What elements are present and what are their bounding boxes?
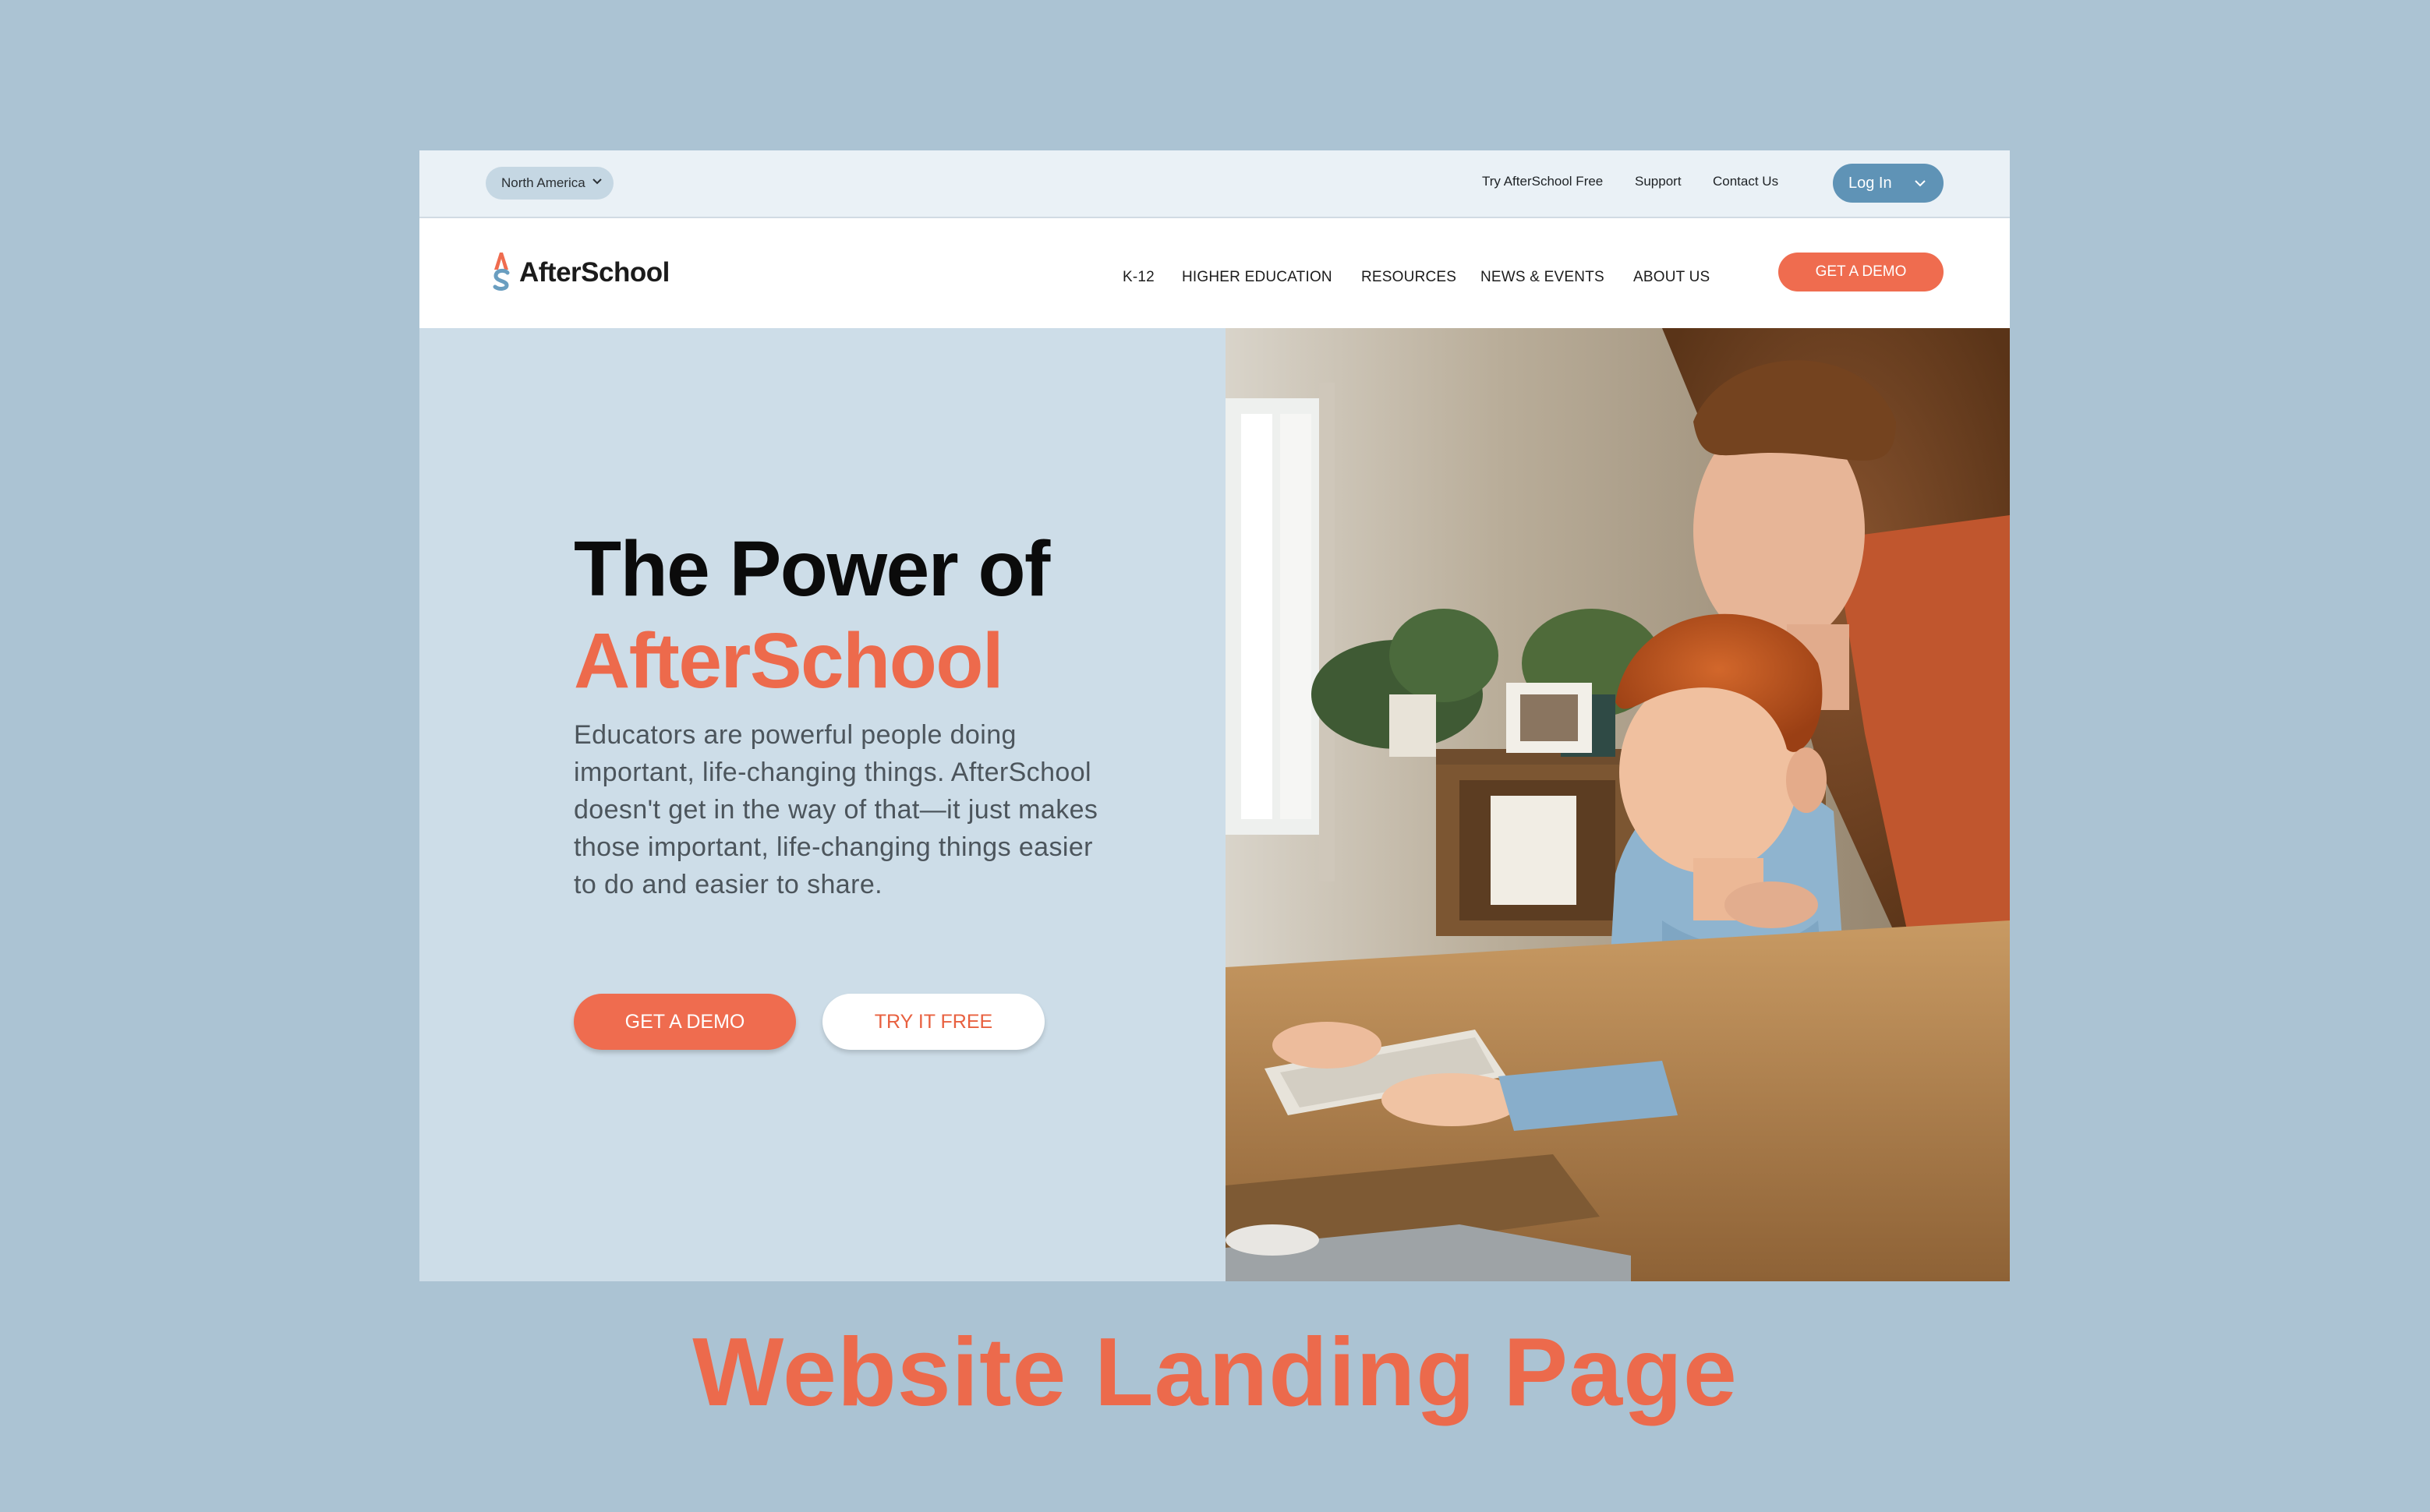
nav-item-higher-education[interactable]: HIGHER EDUCATION <box>1182 269 1332 286</box>
contact-us-link[interactable]: Contact Us <box>1713 174 1778 189</box>
page-caption: Website Landing Page <box>692 1319 1738 1426</box>
utility-bar: North America Try AfterSchool Free Suppo… <box>419 150 2010 218</box>
hero-panel: The Power of AfterSchool Educators are p… <box>419 328 1226 1281</box>
nav-item-resources[interactable]: RESOURCES <box>1361 269 1456 286</box>
support-link[interactable]: Support <box>1635 174 1682 189</box>
chevron-down-icon <box>1915 180 1926 187</box>
nav-item-news-events[interactable]: NEWS & EVENTS <box>1480 269 1604 286</box>
try-free-link[interactable]: Try AfterSchool Free <box>1482 174 1603 189</box>
hero-body-text: Educators are powerful people doing impo… <box>574 720 1098 899</box>
region-select[interactable]: North America <box>486 167 614 200</box>
hero-title-line2: AfterSchool <box>574 617 1004 705</box>
logo-text: AfterSchool <box>519 257 670 288</box>
region-select-label: North America <box>501 175 585 190</box>
nav-get-demo-button[interactable]: GET A DEMO <box>1778 253 1944 291</box>
login-button-label: Log In <box>1848 175 1892 192</box>
main-navigation: AfterSchool K-12 HIGHER EDUCATION RESOUR… <box>419 218 2010 328</box>
website-mockup-frame: North America Try AfterSchool Free Suppo… <box>419 150 2010 1281</box>
nav-item-k12[interactable]: K-12 <box>1123 269 1155 286</box>
login-button[interactable]: Log In <box>1833 164 1944 203</box>
hero-get-demo-button[interactable]: GET A DEMO <box>574 994 796 1050</box>
hero-title-line1: The Power of <box>574 525 1050 613</box>
chevron-down-icon <box>592 178 602 185</box>
hero-photo <box>1226 328 2010 1281</box>
afterschool-logo-icon <box>493 253 510 291</box>
hero-try-free-button[interactable]: TRY IT FREE <box>822 994 1045 1050</box>
nav-item-about-us[interactable]: ABOUT US <box>1633 269 1710 286</box>
